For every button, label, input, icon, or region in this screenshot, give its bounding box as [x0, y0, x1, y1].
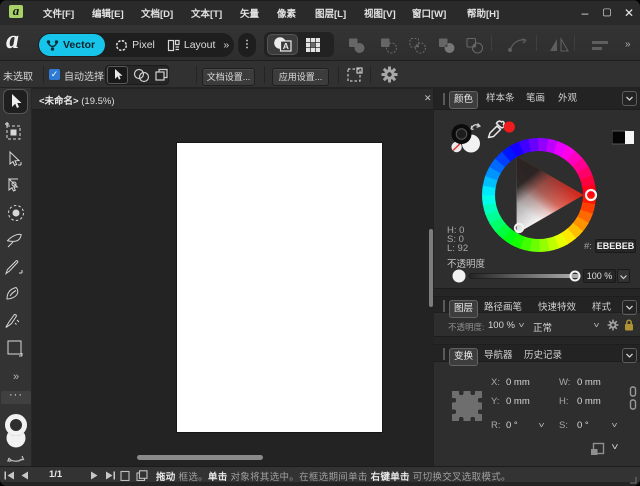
svg-text:A: A — [283, 41, 289, 51]
